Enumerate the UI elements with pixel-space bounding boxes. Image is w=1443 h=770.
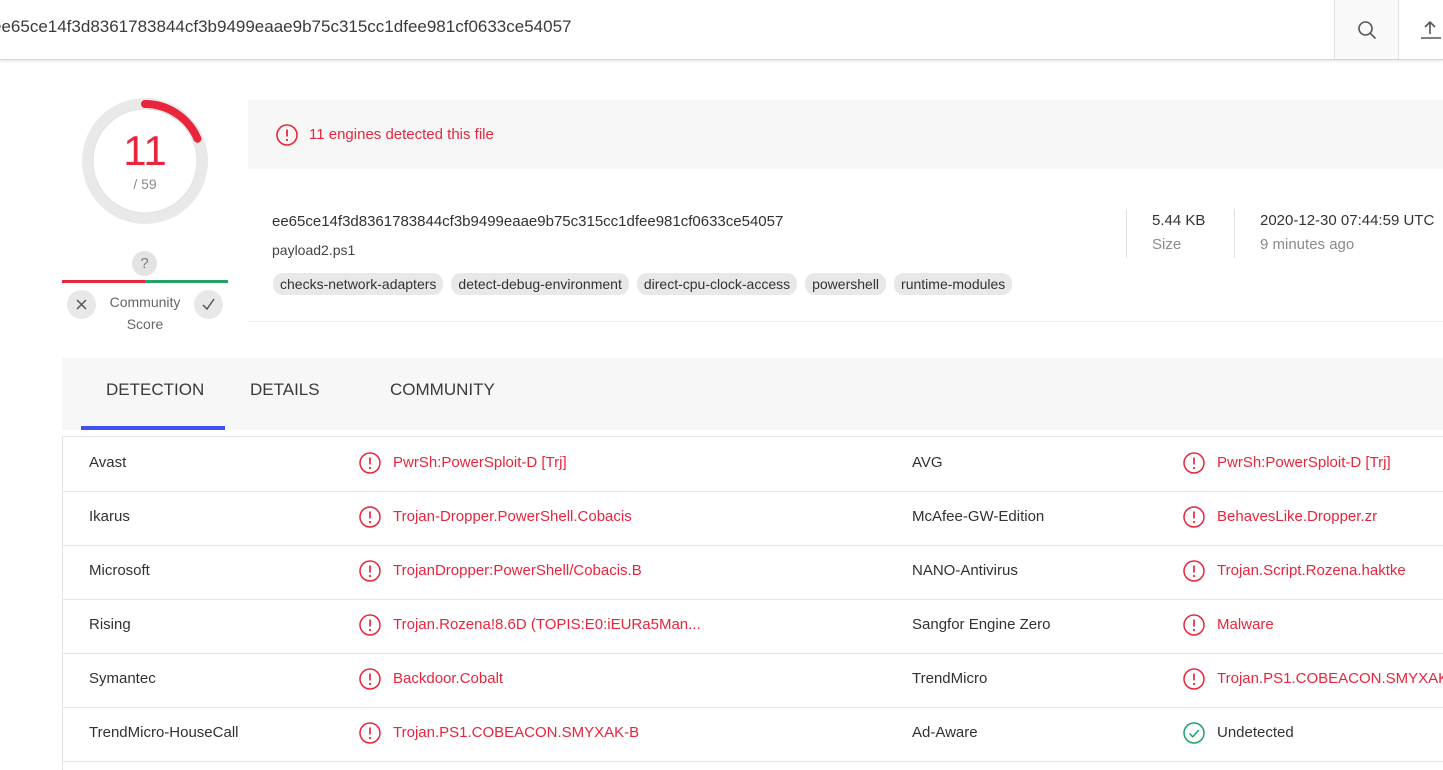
tag-powershell[interactable]: powershell xyxy=(805,273,887,295)
table-row: Symantec Backdoor.Cobalt TrendMicro Trojan.… xyxy=(63,653,1443,708)
active-tab-indicator xyxy=(81,426,225,430)
alert-circle-icon xyxy=(1183,506,1205,528)
alert-circle-icon xyxy=(359,722,381,744)
community-score-bar-negative xyxy=(62,280,145,283)
file-size-value: 5.44 KB xyxy=(1152,212,1206,229)
engine-name: McAfee-GW-Edition xyxy=(912,508,1045,525)
search-input[interactable] xyxy=(0,17,1312,37)
engine-name: TrendMicro-HouseCall xyxy=(89,724,239,741)
upload-button[interactable] xyxy=(1398,0,1443,59)
alert-circle-icon xyxy=(359,506,381,528)
detection-result: Backdoor.Cobalt xyxy=(393,670,504,687)
table-row: Avast PwrSh:PowerSploit-D [Trj] AVG PwrSh:P… xyxy=(63,437,1443,492)
detection-result: Trojan.Script.Rozena.haktke xyxy=(1217,562,1406,579)
detection-result: TrojanDropper:PowerShell/Cobacis.B xyxy=(393,562,642,579)
engine-name: NANO-Antivirus xyxy=(912,562,1018,579)
detection-result: Trojan.Rozena!8.6D (TOPIS:E0:iEURa5Man..… xyxy=(393,616,701,633)
table-row: TrendMicro-HouseCall Trojan.PS1.COBEACON.… xyxy=(63,707,1443,762)
detection-summary: 11 engines detected this file xyxy=(309,126,494,143)
divider xyxy=(1126,209,1127,258)
vote-harmless-button[interactable] xyxy=(194,290,223,319)
top-search-bar xyxy=(0,0,1443,60)
tag-checks-network-adapters[interactable]: checks-network-adapters xyxy=(273,273,444,295)
detections-table: Avast PwrSh:PowerSploit-D [Trj] AVG PwrSh:P… xyxy=(62,436,1443,770)
analysis-date-relative: 9 minutes ago xyxy=(1260,236,1355,253)
alert-circle-icon xyxy=(359,560,381,582)
file-name: payload2.ps1 xyxy=(272,242,356,258)
file-size-label: Size xyxy=(1152,236,1182,253)
table-row: Rising Trojan.Rozena!8.6D (TOPIS:E0:iEURa… xyxy=(63,599,1443,654)
engine-name: Symantec xyxy=(89,670,156,687)
detection-result: Trojan.PS1.COBEACON.SMYXAK-B xyxy=(393,724,640,741)
close-icon xyxy=(76,299,87,310)
file-tags: checks-network-adapters detect-debug-env… xyxy=(273,273,1013,295)
alert-circle-icon xyxy=(276,124,298,146)
alert-circle-icon xyxy=(359,614,381,636)
alert-circle-icon xyxy=(1183,668,1205,690)
tag-runtime-modules[interactable]: runtime-modules xyxy=(894,273,1013,295)
check-circle-icon xyxy=(1183,722,1205,744)
detection-result: Malware xyxy=(1217,616,1274,633)
check-icon xyxy=(202,298,215,311)
tab-detection[interactable]: DETECTION xyxy=(106,380,204,400)
alert-circle-icon xyxy=(1183,452,1205,474)
engine-name: Sangfor Engine Zero xyxy=(912,616,1051,633)
alert-circle-icon xyxy=(1183,614,1205,636)
engine-name: TrendMicro xyxy=(912,670,988,687)
detection-result: Trojan.PS1.COBEACON.SMYXAK-B xyxy=(1217,670,1443,687)
detection-result: PwrSh:PowerSploit-D [Trj] xyxy=(393,454,567,471)
engine-name: Avast xyxy=(89,454,127,471)
engine-name: Rising xyxy=(89,616,131,633)
vote-harmful-button[interactable] xyxy=(67,290,96,319)
upload-icon xyxy=(1421,20,1441,39)
search-icon xyxy=(1358,20,1377,39)
engine-name: Ad-Aware xyxy=(912,724,978,741)
alert-circle-icon xyxy=(1183,560,1205,582)
detection-result: BehavesLike.Dropper.zr xyxy=(1217,508,1378,525)
table-row: Microsoft TrojanDropper:PowerShell/Cobaci… xyxy=(63,545,1443,600)
table-row: Ikarus Trojan-Dropper.PowerShell.Cobacis M… xyxy=(63,491,1443,546)
file-hash: ee65ce14f3d8361783844cf3b9499eaae9b75c31… xyxy=(272,213,784,230)
tab-community[interactable]: COMMUNITY xyxy=(390,380,495,400)
detection-result: Trojan-Dropper.PowerShell.Cobacis xyxy=(393,508,632,525)
alert-circle-icon xyxy=(359,668,381,690)
community-score-label: Community Score xyxy=(109,294,181,332)
analysis-date-value: 2020-12-30 07:44:59 UTC xyxy=(1260,212,1435,229)
tab-details[interactable]: DETAILS xyxy=(250,380,320,400)
community-help-icon[interactable]: ? xyxy=(132,251,157,276)
detection-result: PwrSh:PowerSploit-D [Trj] xyxy=(1217,454,1391,471)
engine-name: Ikarus xyxy=(89,508,130,525)
engine-name: AVG xyxy=(912,454,943,471)
alert-circle-icon xyxy=(359,452,381,474)
engine-name: Microsoft xyxy=(89,562,150,579)
tag-direct-cpu-clock-access[interactable]: direct-cpu-clock-access xyxy=(636,273,798,295)
detection-count: 11 xyxy=(123,127,167,174)
search-button[interactable] xyxy=(1334,0,1399,59)
engine-total: / 59 xyxy=(133,176,157,192)
divider xyxy=(1234,209,1235,258)
detection-result: Undetected xyxy=(1217,724,1294,741)
tag-detect-debug-environment[interactable]: detect-debug-environment xyxy=(451,273,629,295)
